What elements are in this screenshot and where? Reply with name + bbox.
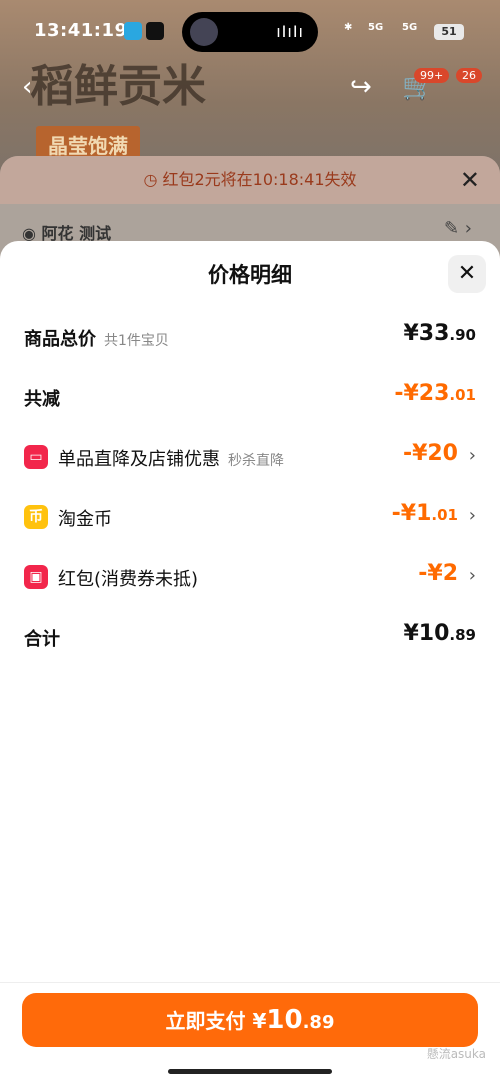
- share-icon[interactable]: ↪: [350, 72, 372, 102]
- chevron-right-icon: ›: [468, 505, 476, 526]
- music-artwork: [190, 18, 218, 46]
- total-discount-row: 共减 -¥23.01: [24, 377, 476, 417]
- red-packet-notice: ◷ 红包2元将在10:18:41失效: [0, 156, 500, 204]
- shop-discount-text: 单品直降及店铺优惠: [58, 449, 220, 470]
- chevron-right-icon: ›: [468, 565, 476, 586]
- pay-now-button[interactable]: 立即支付 ¥10.89: [22, 993, 478, 1047]
- cart-count-badge: 99+: [414, 68, 450, 83]
- total-price-label: 商品总价: [24, 329, 96, 350]
- shop-discount-row[interactable]: ▭ 单品直降及店铺优惠 秒杀直降 -¥20 ›: [24, 437, 476, 477]
- grand-total-row: 合计 ¥10.89: [24, 617, 476, 657]
- amount-main: ¥33: [403, 321, 450, 346]
- app-notification-icon: [124, 22, 142, 40]
- red-packet-amount: -¥2: [418, 561, 458, 586]
- amount-decimal: .01: [431, 506, 458, 524]
- pay-area: 立即支付 ¥10.89 懸流asuka: [0, 982, 500, 1090]
- amount-main: -¥20: [402, 441, 458, 466]
- red-packet-icon: ▣: [24, 565, 48, 589]
- bluetooth-icon: ✱: [344, 22, 353, 33]
- close-icon: ✕: [457, 261, 477, 286]
- status-time: 13:41:19: [34, 20, 128, 41]
- extra-badge: 26: [456, 68, 482, 83]
- pay-label: 立即支付 ¥: [165, 1009, 267, 1033]
- total-price-row: 商品总价 共1件宝贝 ¥33.90: [24, 317, 476, 357]
- notice-text: 红包2元将在10:18:41失效: [162, 170, 357, 189]
- red-packet-row[interactable]: ▣ 红包(消费券未抵) -¥2 ›: [24, 557, 476, 597]
- pay-amount-main: 10: [266, 1005, 303, 1035]
- signal-label-2: 5G: [402, 22, 418, 33]
- price-detail-panel: 价格明细 ✕ 商品总价 共1件宝贝 ¥33.90 共减 -¥23.01 ▭ 单品直…: [0, 241, 500, 1089]
- amount-main: ¥10: [403, 621, 450, 646]
- total-discount-label: 共减: [24, 389, 60, 410]
- coin-label: 淘金币: [58, 509, 112, 530]
- amount-decimal: .90: [449, 326, 476, 344]
- total-discount-amount: -¥23.01: [394, 381, 476, 406]
- close-button[interactable]: ✕: [448, 255, 486, 293]
- amount-decimal: .89: [449, 626, 476, 644]
- coin-row[interactable]: 币 淘金币 -¥1.01 ›: [24, 497, 476, 537]
- grand-total-amount: ¥10.89: [403, 621, 476, 646]
- clock-icon: ◷: [143, 170, 163, 189]
- amount-decimal: .01: [449, 386, 476, 404]
- pay-amount-decimal: .89: [302, 1012, 335, 1033]
- back-icon[interactable]: ‹: [22, 72, 56, 106]
- close-icon[interactable]: ✕: [460, 166, 480, 194]
- shop-discount-icon: ▭: [24, 445, 48, 469]
- grand-total-label: 合计: [24, 629, 60, 650]
- dynamic-island: ıIıIı: [182, 12, 318, 52]
- status-bar: 13:41:19 ıIıIı ✱ 5G 5G 51: [0, 0, 500, 60]
- shop-discount-amount: -¥20: [403, 441, 458, 466]
- battery-indicator: 51: [434, 24, 464, 40]
- audio-wave-icon: ıIıIı: [276, 22, 304, 41]
- amount-main: -¥23: [394, 381, 450, 406]
- coin-amount: -¥1.01: [392, 501, 458, 526]
- amount-main: -¥1: [391, 501, 432, 526]
- shop-discount-label: 单品直降及店铺优惠 秒杀直降: [58, 445, 284, 471]
- flash-sale-tag: 秒杀直降: [228, 453, 284, 469]
- red-packet-label: 红包(消费券未抵): [58, 569, 199, 590]
- panel-title: 价格明细: [208, 263, 292, 287]
- watermark: 懸流asuka: [426, 1047, 486, 1061]
- item-count: 共1件宝贝: [104, 333, 169, 349]
- chevron-right-icon: ›: [468, 445, 476, 466]
- row-label: 商品总价 共1件宝贝: [24, 325, 169, 351]
- total-price-amount: ¥33.90: [403, 321, 476, 346]
- tiktok-icon: [146, 22, 164, 40]
- amount-main: -¥2: [418, 561, 458, 586]
- coin-icon: 币: [24, 505, 48, 529]
- home-indicator[interactable]: [168, 1069, 332, 1074]
- signal-label-1: 5G: [368, 22, 384, 33]
- edit-address-icon[interactable]: ✎ ›: [444, 218, 472, 239]
